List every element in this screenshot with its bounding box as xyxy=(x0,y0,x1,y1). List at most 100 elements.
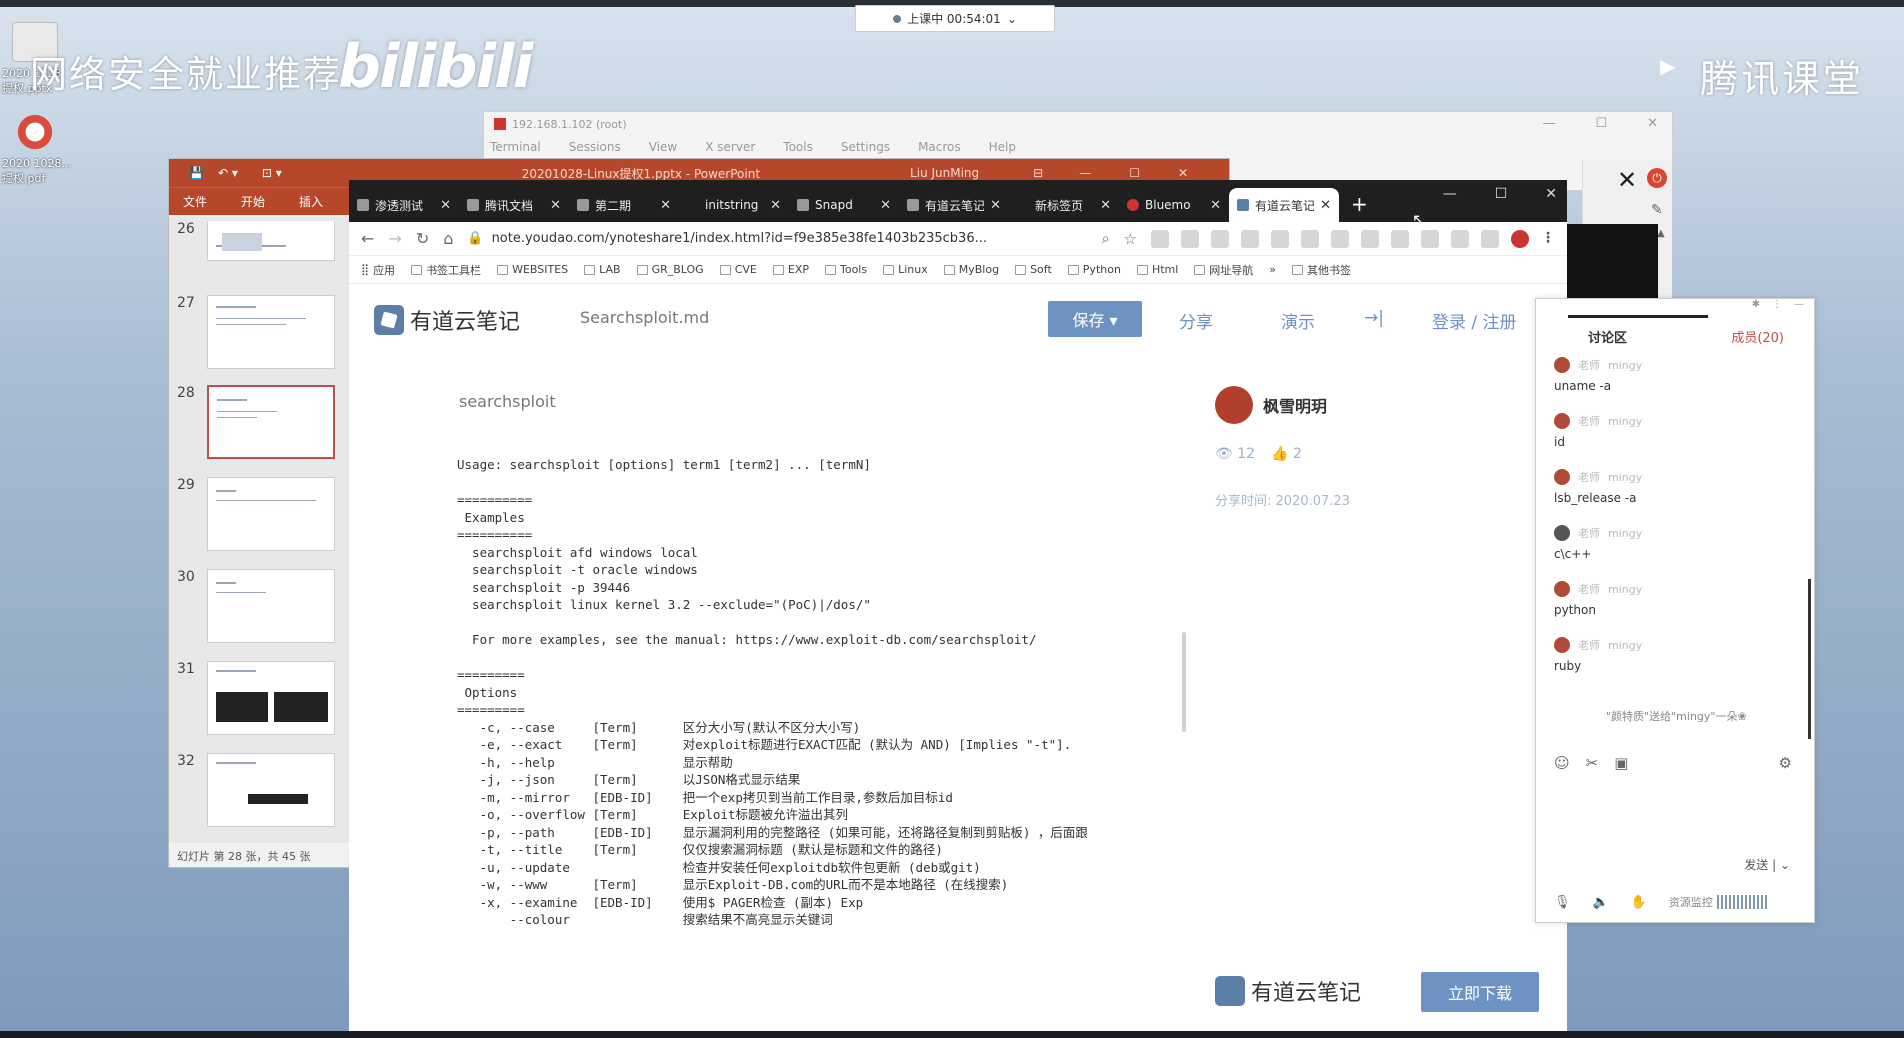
extension-icon[interactable] xyxy=(1511,229,1529,248)
bookmark-apps[interactable]: ⣿ 应用 xyxy=(361,262,395,278)
tab-close-icon[interactable]: ✕ xyxy=(550,198,561,213)
scroll-up-icon[interactable]: ▲ xyxy=(1657,228,1665,239)
bookmark-item[interactable]: WEBSITES xyxy=(497,263,568,276)
present-icon[interactable]: ⊡ ▾ xyxy=(262,166,282,180)
maximize-icon[interactable]: ☐ xyxy=(1495,186,1508,202)
attach-icon[interactable]: ✎ xyxy=(1651,202,1663,218)
browser-tab-active[interactable]: 有道云笔记 ✕ xyxy=(1229,188,1339,222)
zoom-icon[interactable]: ⌕ xyxy=(1102,231,1110,247)
ribbon-tab-file[interactable]: 文件 xyxy=(183,193,207,210)
minimize-icon[interactable]: — xyxy=(1443,186,1457,202)
tab-members[interactable]: 成员(20) xyxy=(1731,327,1784,346)
bookmark-item[interactable]: GR_BLOG xyxy=(636,263,704,276)
speaker-icon[interactable]: 🔈 xyxy=(1593,895,1609,910)
slide-thumb-28[interactable]: 28 xyxy=(177,385,337,459)
settings-icon[interactable]: ⚙ xyxy=(1779,754,1792,772)
tab-close-icon[interactable]: ✕ xyxy=(990,198,1001,213)
scissors-icon[interactable]: ✂ xyxy=(1586,754,1599,772)
browser-tab[interactable]: 新标签页 ✕ xyxy=(1009,188,1119,222)
desktop-icon-pdf[interactable]: 2020 1028... 提权.pdf xyxy=(2,112,72,186)
reload-icon[interactable]: ↻ xyxy=(416,229,429,248)
extension-icon[interactable] xyxy=(1421,229,1439,248)
close-icon[interactable]: ✕ xyxy=(1545,186,1557,202)
maximize-icon[interactable]: ☐ xyxy=(1129,166,1140,180)
extension-icon[interactable] xyxy=(1301,229,1319,248)
forward-icon[interactable]: → xyxy=(388,229,401,248)
tab-close-icon[interactable]: ✕ xyxy=(440,198,451,213)
menu-help[interactable]: Help xyxy=(989,140,1016,154)
extension-icon[interactable] xyxy=(1271,229,1289,248)
bookmark-item[interactable]: Html xyxy=(1136,263,1178,276)
extension-icon[interactable] xyxy=(1331,229,1349,248)
browser-tab[interactable]: Bluemo ✕ xyxy=(1119,188,1229,222)
present-link[interactable]: 演示 xyxy=(1281,308,1315,333)
more-icon[interactable]: ⋮ xyxy=(1772,299,1782,317)
ribbon-display-icon[interactable]: ⊟ xyxy=(1033,166,1043,180)
download-button[interactable]: 立即下载 xyxy=(1421,972,1539,1012)
maximize-icon[interactable]: ☐ xyxy=(1595,116,1607,131)
extension-icon[interactable] xyxy=(1481,229,1499,248)
slide-thumb-29[interactable]: 29 xyxy=(177,477,337,551)
bookmark-item[interactable]: LAB xyxy=(584,263,621,276)
slide-thumb-31[interactable]: 31 xyxy=(177,661,337,735)
bookmark-item[interactable]: Soft xyxy=(1015,263,1052,276)
extension-icon[interactable] xyxy=(1181,229,1199,248)
more-menu-icon[interactable]: ⋮ xyxy=(1541,230,1555,248)
bookmark-item[interactable]: Tools xyxy=(825,263,867,276)
minimize-icon[interactable]: — xyxy=(1794,299,1804,317)
extension-icon[interactable] xyxy=(1211,229,1229,248)
bookmark-item[interactable]: CVE xyxy=(719,263,757,276)
undo-icon[interactable]: ↶ ▾ xyxy=(218,166,238,180)
slide-thumbnail-pane[interactable]: 26 27 28 29 30 31 32 xyxy=(169,217,349,847)
power-icon[interactable]: ⏻ xyxy=(1647,168,1667,188)
bookmark-item[interactable]: EXP xyxy=(772,263,809,276)
menu-xserver[interactable]: X server xyxy=(705,140,755,154)
bookmark-item[interactable]: MyBlog xyxy=(943,263,999,276)
doc-scrollbar[interactable] xyxy=(1182,632,1186,732)
tab-discussion[interactable]: 讨论区 xyxy=(1567,315,1709,346)
bookmark-overflow[interactable]: » xyxy=(1269,263,1276,276)
tab-close-icon[interactable]: ✕ xyxy=(660,198,671,213)
bookmark-item[interactable]: Linux xyxy=(883,263,928,276)
send-button[interactable]: 发送 | ⌄ xyxy=(1744,856,1790,873)
ppt-user[interactable]: Liu JunMing xyxy=(910,166,979,180)
image-icon[interactable]: ▣ xyxy=(1614,754,1628,772)
pin-icon[interactable]: ✱ xyxy=(1752,299,1760,317)
close-icon[interactable]: ✕ xyxy=(1178,166,1188,180)
ribbon-tab-insert[interactable]: 插入 xyxy=(299,193,323,210)
save-button[interactable]: 保存 ▾ xyxy=(1048,301,1142,337)
menu-terminal[interactable]: Terminal xyxy=(490,140,541,154)
extension-icon[interactable] xyxy=(1241,229,1259,248)
slide-thumb-30[interactable]: 30 xyxy=(177,569,337,643)
chrome-window[interactable]: 渗透测试 ✕ 腾讯文档 ✕ 第二期 ✕ initstring ✕ Snapd ✕ 有道云笔… xyxy=(349,180,1567,1032)
extension-icon[interactable] xyxy=(1151,229,1169,248)
bookmark-item[interactable]: Python xyxy=(1067,263,1121,276)
minimize-icon[interactable]: — xyxy=(1079,166,1091,180)
youdao-logo[interactable]: 有道云笔记 xyxy=(374,304,520,336)
tab-close-icon[interactable]: ✕ xyxy=(1210,198,1221,213)
browser-tab[interactable]: Snapd ✕ xyxy=(789,188,899,222)
class-status-pill[interactable]: 上课中 00:54:01 ⌄ xyxy=(855,5,1055,32)
microphone-icon[interactable]: 🎙 xyxy=(1554,895,1571,910)
tab-close-icon[interactable]: ✕ xyxy=(880,198,891,213)
menu-view[interactable]: View xyxy=(649,140,677,154)
browser-tab[interactable]: 有道云笔记 ✕ xyxy=(899,188,1009,222)
avatar[interactable] xyxy=(1215,386,1253,424)
ribbon-tab-home[interactable]: 开始 xyxy=(241,193,265,210)
browser-tab[interactable]: 腾讯文档 ✕ xyxy=(459,188,569,222)
tab-close-icon[interactable]: ✕ xyxy=(770,198,781,213)
save-icon[interactable]: 💾 xyxy=(189,166,204,180)
minimize-icon[interactable]: — xyxy=(1542,116,1555,131)
login-register-link[interactable]: 登录 / 注册 xyxy=(1432,308,1517,333)
menu-settings[interactable]: Settings xyxy=(841,140,890,154)
bookmark-item[interactable]: 书签工具栏 xyxy=(411,262,481,278)
address-bar[interactable]: 🔒 note.youdao.com/ynoteshare1/index.html… xyxy=(467,226,1087,252)
browser-tab[interactable]: initstring ✕ xyxy=(679,188,789,222)
menu-macros[interactable]: Macros xyxy=(918,140,961,154)
slide-thumb-26[interactable]: 26 xyxy=(177,221,337,261)
sign-in-arrow-icon[interactable]: →| xyxy=(1364,308,1384,328)
extension-icon[interactable] xyxy=(1451,229,1469,248)
resource-monitor-label[interactable]: 资源监控 xyxy=(1669,894,1713,910)
close-icon[interactable]: ✕ xyxy=(1647,116,1658,131)
emoji-icon[interactable]: ☺ xyxy=(1554,754,1570,772)
